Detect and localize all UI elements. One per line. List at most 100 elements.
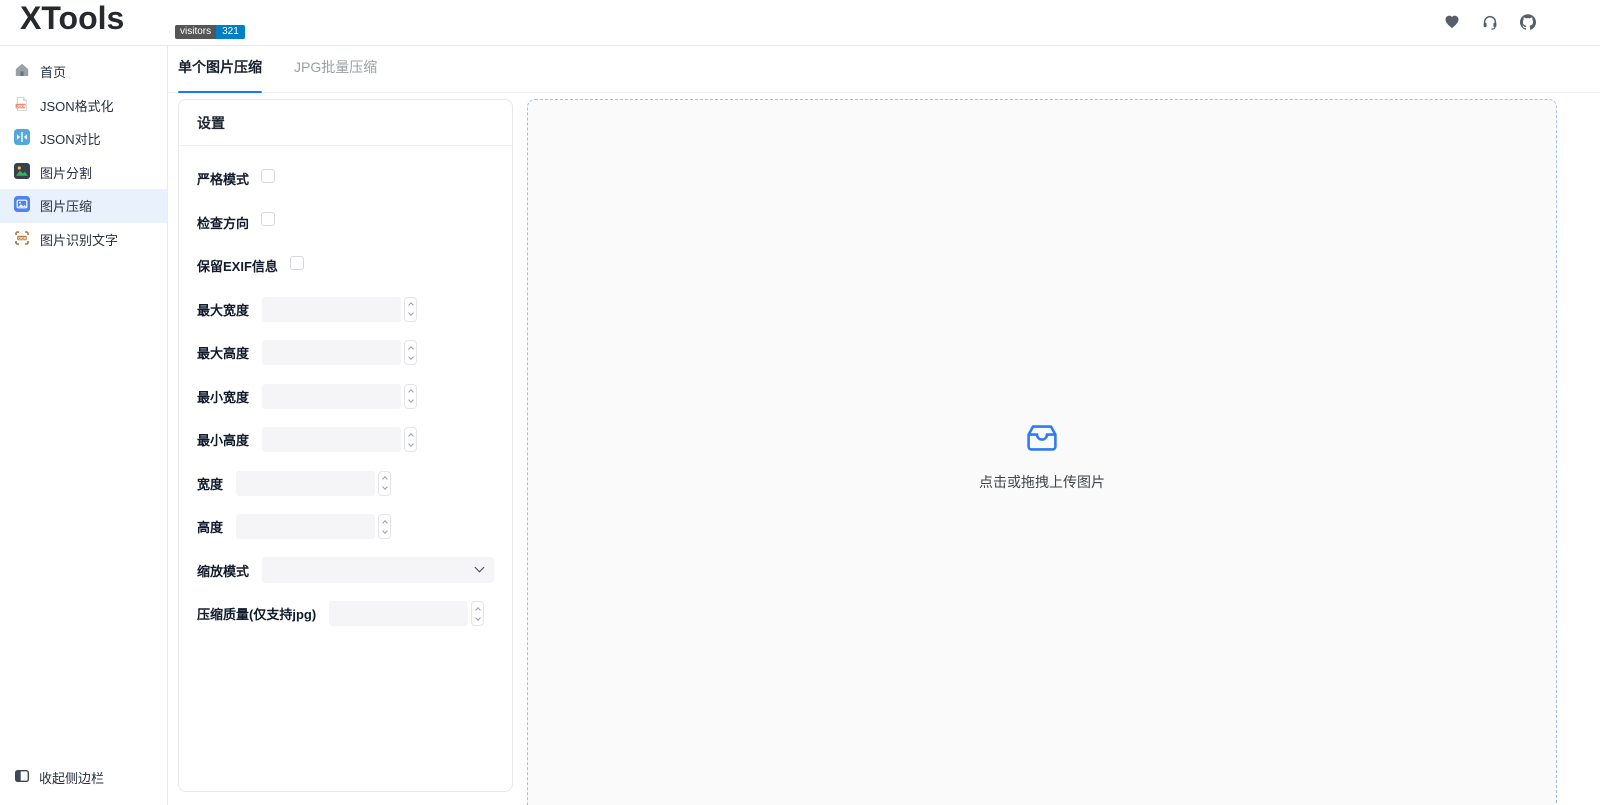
header-actions xyxy=(1444,14,1536,30)
sidebar: 首页 JSON JSON格式化 JSON对比 图片分割 图片压缩 OCR 图片识… xyxy=(0,46,168,805)
json-file-icon: JSON xyxy=(14,96,30,115)
field-strict-mode: 严格模式 xyxy=(197,157,494,201)
chevron-up-icon[interactable] xyxy=(381,476,388,483)
chevron-up-icon[interactable] xyxy=(407,432,414,439)
app-header: XTools visitors 321 xyxy=(0,0,1600,46)
heart-icon[interactable] xyxy=(1444,14,1460,30)
min-height-input[interactable] xyxy=(262,427,402,453)
app: XTools visitors 321 首页 JSON JSON格式化 JSON… xyxy=(0,0,1600,805)
field-label: 最大宽度 xyxy=(197,302,250,318)
field-quality: 压缩质量(仅支持jpg) xyxy=(197,592,494,636)
height-input[interactable] xyxy=(236,514,376,540)
width-stepper[interactable] xyxy=(378,470,392,496)
min-width-input[interactable] xyxy=(262,383,402,409)
max-width-input[interactable] xyxy=(262,296,402,322)
scale-mode-select[interactable] xyxy=(262,557,494,584)
chevron-up-icon[interactable] xyxy=(381,519,388,526)
field-label: 最小宽度 xyxy=(197,389,250,405)
image-split-icon xyxy=(14,162,30,182)
chevron-down-icon[interactable] xyxy=(407,310,414,317)
chevron-up-icon[interactable] xyxy=(474,606,481,613)
github-icon[interactable] xyxy=(1520,14,1536,30)
min-height-stepper[interactable] xyxy=(404,427,418,453)
strict-mode-checkbox[interactable] xyxy=(261,168,276,183)
collapse-sidebar-button[interactable]: 收起侧边栏 xyxy=(0,762,167,792)
visitors-badge-count: 321 xyxy=(216,25,245,39)
field-label: 宽度 xyxy=(197,476,224,492)
min-width-stepper[interactable] xyxy=(404,383,418,409)
chevron-down-icon[interactable] xyxy=(474,614,481,621)
visitors-badge: visitors 321 xyxy=(175,25,245,39)
field-max-width: 最大宽度 xyxy=(197,288,494,332)
field-label: 检查方向 xyxy=(197,215,250,231)
field-label: 严格模式 xyxy=(197,172,250,188)
sidebar-item-json-format[interactable]: JSON JSON格式化 xyxy=(0,89,167,123)
upload-content: 点击或拖拽上传图片 xyxy=(528,424,1556,492)
field-check-orientation: 检查方向 xyxy=(197,201,494,245)
field-scale-mode: 缩放模式 xyxy=(197,549,494,593)
ocr-icon: OCR xyxy=(14,230,30,249)
upload-hint-text: 点击或拖拽上传图片 xyxy=(979,474,1105,490)
max-height-input[interactable] xyxy=(262,340,402,366)
field-min-width: 最小宽度 xyxy=(197,375,494,419)
keep-exif-checkbox[interactable] xyxy=(289,255,304,270)
sidebar-item-image-split[interactable]: 图片分割 xyxy=(0,156,167,190)
main-content: 单个图片压缩 JPG批量压缩 设置 严格模式 检查方向 保留EXIF信息 最大宽… xyxy=(168,46,1600,805)
json-diff-icon xyxy=(14,129,30,148)
visitors-badge-label: visitors xyxy=(175,25,217,39)
sidebar-item-image-compress[interactable]: 图片压缩 xyxy=(0,189,167,223)
settings-form: 严格模式 检查方向 保留EXIF信息 最大宽度 最大高度 最小宽度 最小高度 宽… xyxy=(179,146,512,636)
sidebar-item-home[interactable]: 首页 xyxy=(0,55,167,89)
sidebar-item-label: 图片分割 xyxy=(40,165,93,181)
chevron-down-icon[interactable] xyxy=(381,527,388,534)
max-width-stepper[interactable] xyxy=(404,296,418,322)
quality-stepper[interactable] xyxy=(471,601,485,627)
sidebar-item-label: JSON对比 xyxy=(40,132,101,148)
chevron-down-icon[interactable] xyxy=(381,484,388,491)
field-label: 高度 xyxy=(197,520,224,536)
chevron-up-icon[interactable] xyxy=(407,389,414,396)
settings-title: 设置 xyxy=(179,100,512,146)
width-input[interactable] xyxy=(236,470,376,496)
field-height: 高度 xyxy=(197,505,494,549)
field-label: 缩放模式 xyxy=(197,563,250,579)
check-orientation-checkbox[interactable] xyxy=(261,212,276,227)
chevron-down-icon xyxy=(474,562,485,573)
collapse-sidebar-label: 收起侧边栏 xyxy=(39,770,105,786)
field-label: 最大高度 xyxy=(197,346,250,362)
collapse-sidebar-icon xyxy=(14,768,30,787)
chevron-up-icon[interactable] xyxy=(407,345,414,352)
quality-input[interactable] xyxy=(329,601,469,627)
sidebar-item-label: 图片识别文字 xyxy=(40,232,119,248)
chevron-up-icon[interactable] xyxy=(407,302,414,309)
app-logo[interactable]: XTools xyxy=(20,0,124,37)
sidebar-item-ocr[interactable]: OCR 图片识别文字 xyxy=(0,223,167,257)
svg-text:OCR: OCR xyxy=(18,236,26,240)
field-max-height: 最大高度 xyxy=(197,331,494,375)
sidebar-item-label: 图片压缩 xyxy=(40,199,93,215)
chevron-down-icon[interactable] xyxy=(407,397,414,404)
tab-batch-jpg-compress[interactable]: JPG批量压缩 xyxy=(294,57,377,92)
field-width: 宽度 xyxy=(197,462,494,506)
field-keep-exif: 保留EXIF信息 xyxy=(197,244,494,288)
tab-bar: 单个图片压缩 JPG批量压缩 xyxy=(168,46,1600,93)
home-icon xyxy=(14,62,30,81)
sidebar-item-json-diff[interactable]: JSON对比 xyxy=(0,122,167,156)
height-stepper[interactable] xyxy=(378,514,392,540)
image-compress-icon xyxy=(14,196,30,215)
tab-panel: 设置 严格模式 检查方向 保留EXIF信息 最大宽度 最大高度 最小宽度 最小高… xyxy=(168,93,1600,805)
field-label: 最小高度 xyxy=(197,433,250,449)
tab-single-compress[interactable]: 单个图片压缩 xyxy=(178,57,262,93)
settings-card: 设置 严格模式 检查方向 保留EXIF信息 最大宽度 最大高度 最小宽度 最小高… xyxy=(178,99,513,792)
sidebar-item-label: 首页 xyxy=(40,65,67,81)
field-label: 压缩质量(仅支持jpg) xyxy=(197,607,317,623)
chevron-down-icon[interactable] xyxy=(407,440,414,447)
chevron-down-icon[interactable] xyxy=(407,353,414,360)
field-label: 保留EXIF信息 xyxy=(197,259,278,275)
field-min-height: 最小高度 xyxy=(197,418,494,462)
inbox-icon xyxy=(1026,425,1058,456)
headset-icon[interactable] xyxy=(1482,14,1498,30)
sidebar-item-label: JSON格式化 xyxy=(40,98,114,114)
upload-dropzone[interactable]: 点击或拖拽上传图片 xyxy=(527,99,1557,805)
max-height-stepper[interactable] xyxy=(404,340,418,366)
